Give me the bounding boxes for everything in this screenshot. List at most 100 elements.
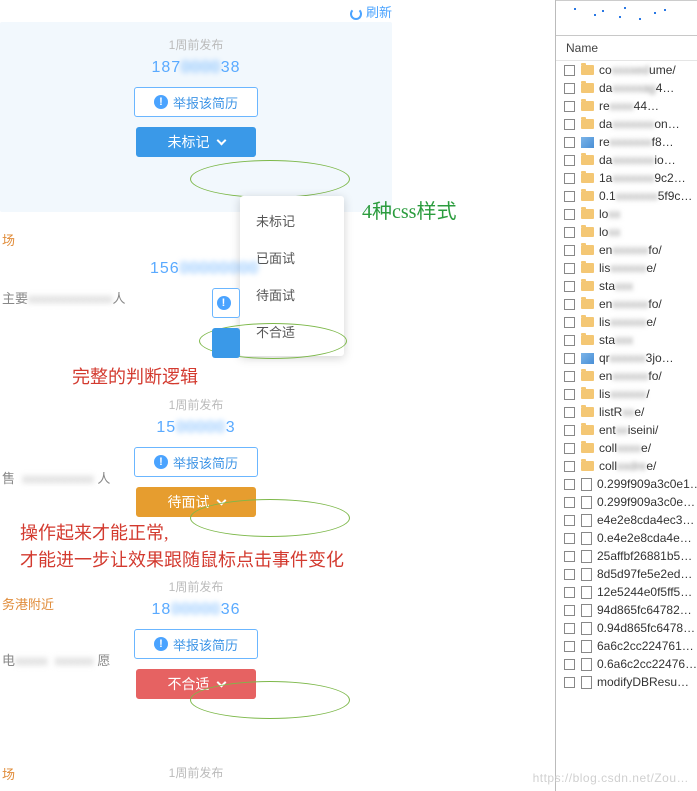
checkbox[interactable] (564, 461, 575, 472)
file-name: staxxx (599, 333, 633, 347)
network-request-row[interactable]: rexxxx44… (556, 97, 697, 115)
checkbox[interactable] (564, 353, 575, 364)
network-request-row[interactable]: loxx (556, 205, 697, 223)
dropdown-item-unfit[interactable]: 不合适 (240, 313, 344, 350)
network-request-row[interactable]: modifyDBResu… (556, 673, 697, 691)
network-request-row[interactable]: daxxxxxxxio… (556, 151, 697, 169)
report-button[interactable]: !举报该简历 (134, 87, 258, 117)
column-header-name[interactable]: Name (556, 35, 697, 61)
network-request-row[interactable]: staxxx (556, 331, 697, 349)
refresh-button[interactable]: 刷新 (350, 2, 545, 21)
resume-card-4: 1周前发布 180000036 !举报该简历 不合适 (0, 578, 392, 699)
file-icon (581, 514, 592, 527)
network-request-row[interactable]: loxx (556, 223, 697, 241)
network-request-row[interactable]: enxxxxxxfo/ (556, 367, 697, 385)
checkbox[interactable] (564, 299, 575, 310)
file-name: loxx (599, 225, 620, 239)
status-tag-overlapped[interactable] (212, 328, 240, 358)
checkbox[interactable] (564, 317, 575, 328)
file-name: 0.6a6c2cc22476… (597, 657, 697, 671)
network-request-row[interactable]: 0.94d865fc6478… (556, 619, 697, 637)
checkbox[interactable] (564, 641, 575, 652)
network-request-row[interactable]: collxxdree/ (556, 457, 697, 475)
network-request-row[interactable]: collxxxxe/ (556, 439, 697, 457)
folder-icon (581, 425, 594, 435)
checkbox[interactable] (564, 209, 575, 220)
checkbox[interactable] (564, 425, 575, 436)
network-request-row[interactable]: 12e5244e0f5ff5… (556, 583, 697, 601)
checkbox[interactable] (564, 119, 575, 130)
network-request-row[interactable]: staxxx (556, 277, 697, 295)
network-request-row[interactable]: entxxiseini/ (556, 421, 697, 439)
network-request-row[interactable]: lisxxxxxxe/ (556, 313, 697, 331)
folder-icon (581, 209, 594, 219)
network-request-row[interactable]: 0.299f909a3c0e… (556, 493, 697, 511)
dropdown-item-unmarked[interactable]: 未标记 (240, 202, 344, 239)
network-request-row[interactable]: 0.e4e2e8cda4e… (556, 529, 697, 547)
file-icon (581, 586, 592, 599)
checkbox[interactable] (564, 263, 575, 274)
report-button-3[interactable]: !举报该简历 (134, 447, 258, 477)
dropdown-item-pending[interactable]: 待面试 (240, 276, 344, 313)
file-name: staxxx (599, 279, 633, 293)
checkbox[interactable] (564, 551, 575, 562)
checkbox[interactable] (564, 623, 575, 634)
checkbox[interactable] (564, 443, 575, 454)
checkbox[interactable] (564, 533, 575, 544)
checkbox[interactable] (564, 479, 575, 490)
checkbox[interactable] (564, 587, 575, 598)
network-request-row[interactable]: 0.6a6c2cc22476… (556, 655, 697, 673)
network-request-row[interactable]: 6a6c2cc224761… (556, 637, 697, 655)
network-request-row[interactable]: coxxxxedume/ (556, 61, 697, 79)
checkbox[interactable] (564, 137, 575, 148)
network-request-row[interactable]: daxxxxxxxon… (556, 115, 697, 133)
info-icon: ! (154, 95, 168, 109)
network-request-row[interactable]: 94d865fc64782… (556, 601, 697, 619)
checkbox[interactable] (564, 335, 575, 346)
checkbox[interactable] (564, 497, 575, 508)
checkbox[interactable] (564, 155, 575, 166)
checkbox[interactable] (564, 281, 575, 292)
network-request-row[interactable]: lisxxxxxx/ (556, 385, 697, 403)
checkbox[interactable] (564, 227, 575, 238)
network-request-row[interactable]: enxxxxxxfo/ (556, 295, 697, 313)
network-request-row[interactable]: enxxxxxxfo/ (556, 241, 697, 259)
checkbox[interactable] (564, 371, 575, 382)
report-button-2[interactable]: ! (212, 288, 240, 318)
checkbox[interactable] (564, 515, 575, 526)
folder-icon (581, 155, 594, 165)
folder-icon (581, 407, 594, 417)
network-request-row[interactable]: listRxxe/ (556, 403, 697, 421)
folder-icon (581, 371, 594, 381)
network-request-row[interactable]: e4e2e8cda4ec3… (556, 511, 697, 529)
checkbox[interactable] (564, 605, 575, 616)
file-name: enxxxxxxfo/ (599, 297, 662, 311)
network-request-row[interactable]: lisxxxxxxe/ (556, 259, 697, 277)
network-request-row[interactable]: 8d5d97fe5e2ed… (556, 565, 697, 583)
status-tag-pending[interactable]: 待面试 (136, 487, 256, 517)
checkbox[interactable] (564, 659, 575, 670)
network-request-row[interactable]: 0.1xxxxxxx5f9c… (556, 187, 697, 205)
folder-icon (581, 173, 594, 183)
file-name: lisxxxxxxe/ (599, 315, 656, 329)
checkbox[interactable] (564, 389, 575, 400)
network-request-row[interactable]: 0.299f909a3c0e1… (556, 475, 697, 493)
checkbox[interactable] (564, 407, 575, 418)
status-tag-unfit[interactable]: 不合适 (136, 669, 256, 699)
network-request-row[interactable]: qrxxxxxx3jo… (556, 349, 697, 367)
status-tag-unmarked[interactable]: 未标记 (136, 127, 256, 157)
network-request-row[interactable]: 25affbf26881b5… (556, 547, 697, 565)
checkbox[interactable] (564, 677, 575, 688)
checkbox[interactable] (564, 173, 575, 184)
checkbox[interactable] (564, 65, 575, 76)
checkbox[interactable] (564, 191, 575, 202)
checkbox[interactable] (564, 245, 575, 256)
resume-card-3: 1周前发布 15000003 !举报该简历 待面试 (0, 396, 392, 517)
checkbox[interactable] (564, 569, 575, 580)
network-request-row[interactable]: rexxxxxxxf8… (556, 133, 697, 151)
checkbox[interactable] (564, 83, 575, 94)
network-request-row[interactable]: daxxxxxag4… (556, 79, 697, 97)
report-button-4[interactable]: !举报该简历 (134, 629, 258, 659)
checkbox[interactable] (564, 101, 575, 112)
network-request-row[interactable]: 1axxxxxxx9c2… (556, 169, 697, 187)
